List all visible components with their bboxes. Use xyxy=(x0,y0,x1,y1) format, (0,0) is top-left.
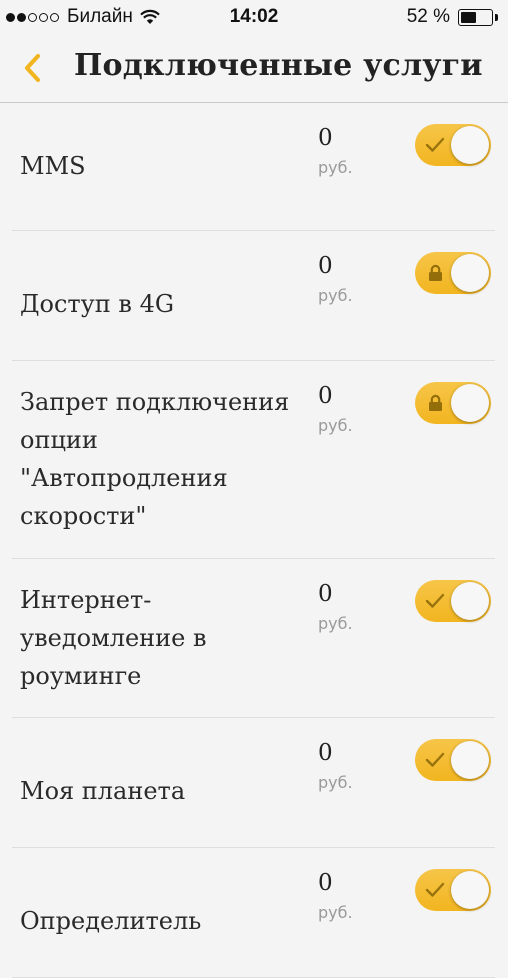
service-row: Интернет-уведомление в роуминге 0 руб. xyxy=(12,559,495,718)
service-toggle[interactable] xyxy=(415,124,491,166)
toggle-knob xyxy=(451,384,489,422)
service-toggle[interactable] xyxy=(415,252,491,294)
service-price-unit: руб. xyxy=(318,416,353,435)
page-title: Подключенные услуги xyxy=(74,48,483,83)
navigation-bar: Подключенные услуги xyxy=(0,36,508,103)
service-price: 0 xyxy=(318,581,333,607)
service-toggle[interactable] xyxy=(415,580,491,622)
service-toggle[interactable] xyxy=(415,382,491,424)
toggle-knob xyxy=(451,741,489,779)
service-price: 0 xyxy=(318,740,333,766)
service-name: Доступ в 4G xyxy=(20,290,175,318)
toggle-knob xyxy=(451,126,489,164)
service-row: Запрет подключения опции "Автопродления … xyxy=(12,361,495,559)
battery-icon xyxy=(458,8,498,26)
check-icon xyxy=(425,593,445,608)
service-row: Определитель 0 руб. xyxy=(12,848,495,978)
battery-percentage: 52 % xyxy=(406,6,450,27)
status-right: 52 % xyxy=(407,6,498,28)
service-toggle[interactable] xyxy=(415,739,491,781)
services-list: MMS 0 руб. Доступ в 4G 0 руб. Запрет подключен… xyxy=(0,103,508,978)
service-price-unit: руб. xyxy=(318,903,353,922)
service-price-unit: руб. xyxy=(318,773,353,792)
toggle-knob xyxy=(451,871,489,909)
service-name: MMS xyxy=(20,152,86,180)
service-price: 0 xyxy=(318,870,333,896)
service-price: 0 xyxy=(318,383,333,409)
service-price-unit: руб. xyxy=(318,614,353,633)
chevron-left-icon xyxy=(24,53,41,83)
check-icon xyxy=(425,882,445,897)
toggle-knob xyxy=(451,254,489,292)
service-name: Моя планета xyxy=(20,777,186,805)
service-price: 0 xyxy=(318,253,333,279)
check-icon xyxy=(425,137,445,152)
service-row: Моя планета 0 руб. xyxy=(12,718,495,848)
service-toggle[interactable] xyxy=(415,869,491,911)
status-bar: Билайн 14:02 52 % xyxy=(0,0,508,36)
service-name: Определитель xyxy=(20,907,202,935)
lock-icon xyxy=(429,394,442,411)
service-price-unit: руб. xyxy=(318,158,353,177)
back-button[interactable] xyxy=(18,50,48,86)
service-price-unit: руб. xyxy=(318,286,353,305)
service-row: MMS 0 руб. xyxy=(12,103,495,231)
service-row: Доступ в 4G 0 руб. xyxy=(12,231,495,361)
service-price: 0 xyxy=(318,125,333,151)
service-name: Интернет-уведомление в роуминге xyxy=(20,586,207,690)
check-icon xyxy=(425,752,445,767)
service-name: Запрет подключения опции "Автопродления … xyxy=(20,388,290,530)
lock-icon xyxy=(429,264,442,281)
toggle-knob xyxy=(451,582,489,620)
